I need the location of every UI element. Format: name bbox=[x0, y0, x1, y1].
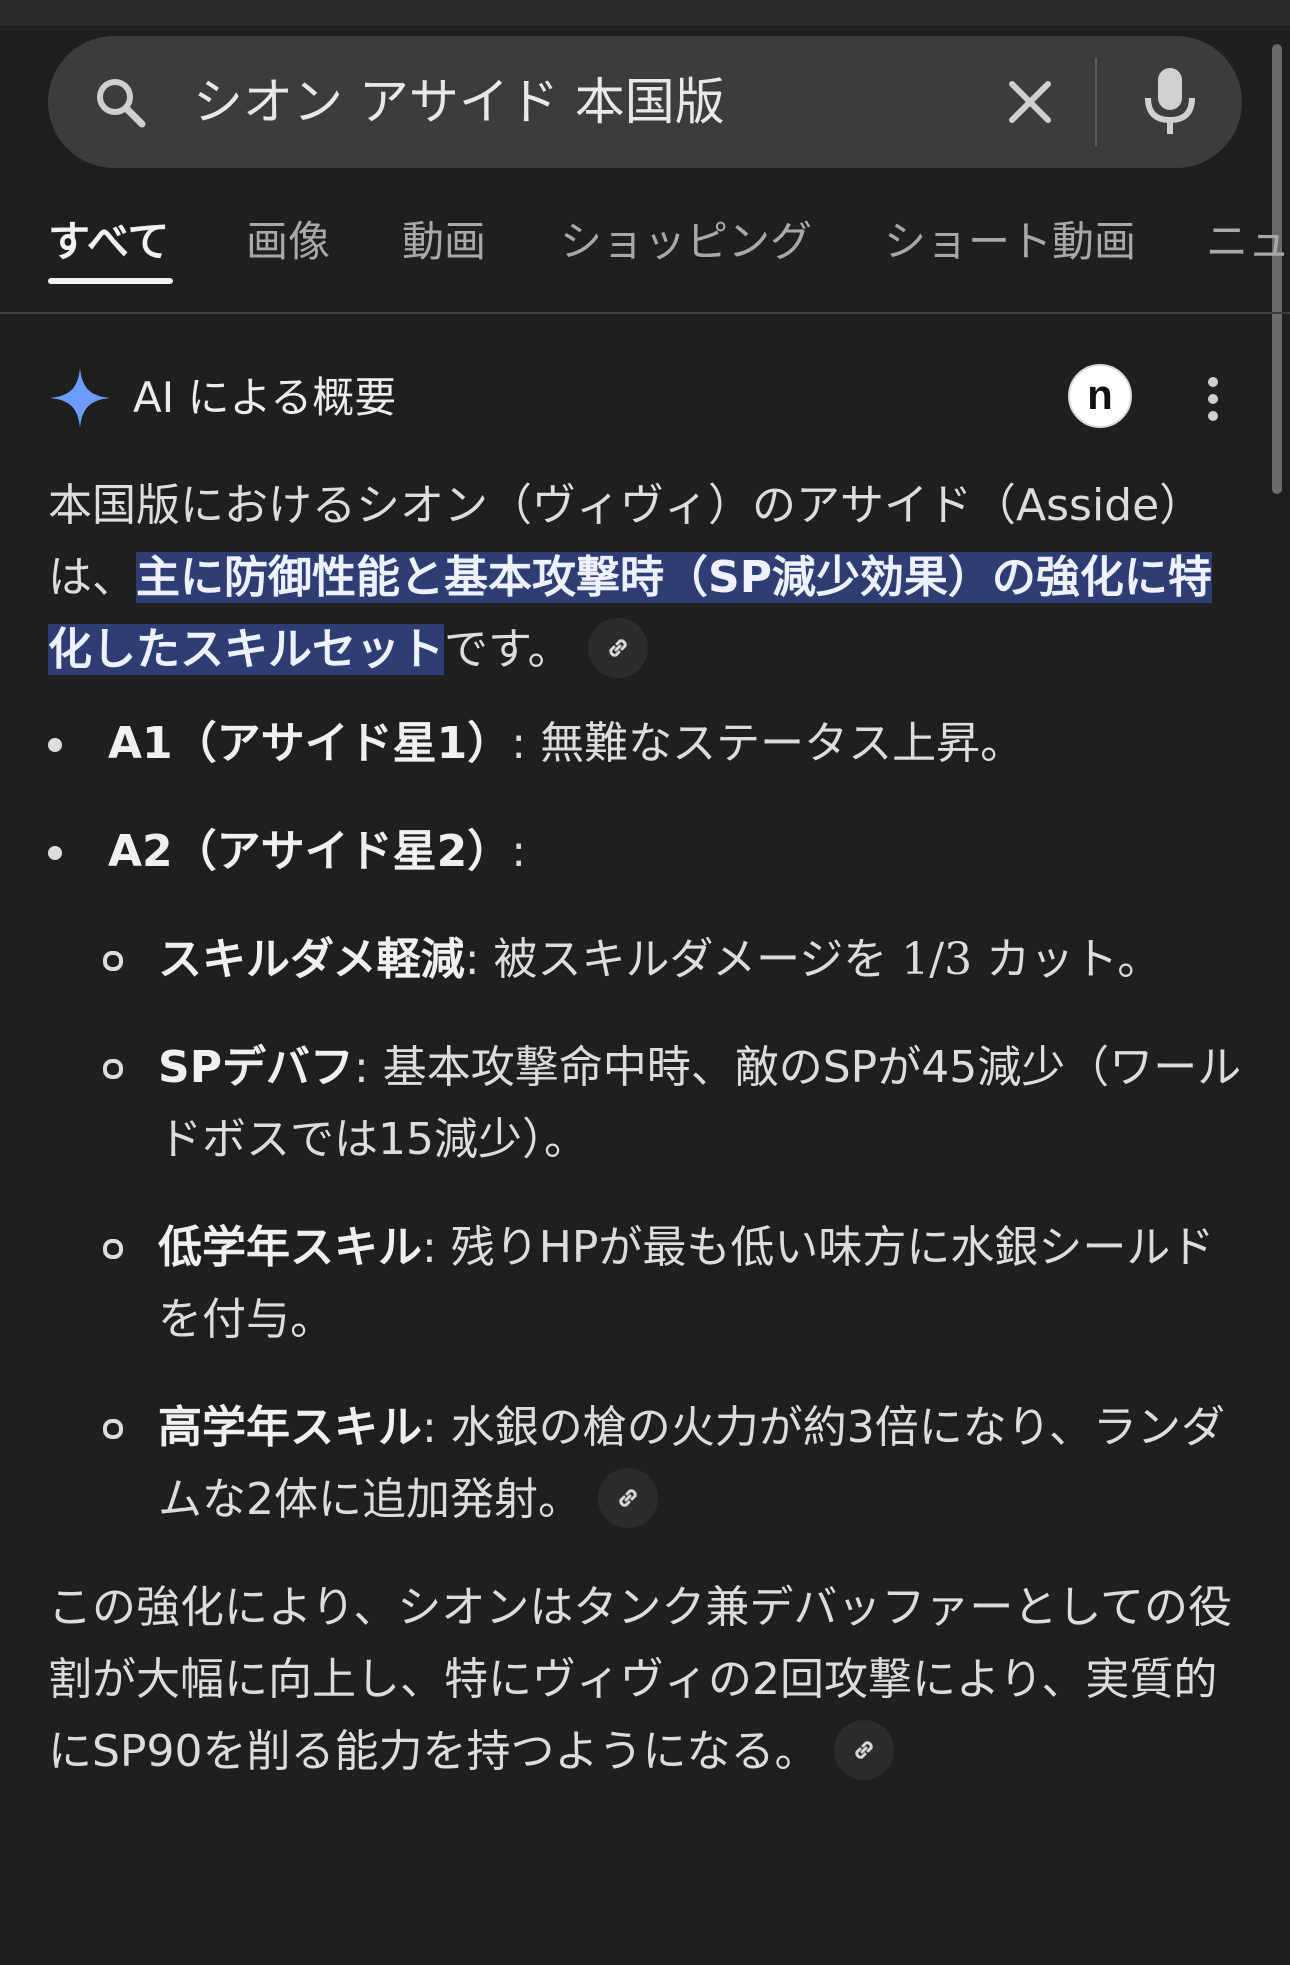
sub-item-text: : 被スキルダメージを bbox=[464, 934, 902, 985]
list-item: 高学年スキル: 水銀の槍の火力が約3倍になり、ランダムな2体に追加発射。 bbox=[103, 1392, 1242, 1536]
link-icon bbox=[855, 1741, 874, 1759]
avatar[interactable]: n bbox=[1068, 364, 1132, 428]
tab-shopping[interactable]: ショッピング bbox=[560, 212, 812, 272]
status-bar bbox=[0, 0, 1290, 26]
intro-paragraph: 本国版におけるシオン（ヴィヴィ）のアサイド（Asside）は、主に防御性能と基本… bbox=[48, 470, 1242, 686]
tab-news[interactable]: ニュ bbox=[1206, 212, 1290, 272]
link-icon bbox=[619, 1489, 637, 1507]
list-item: A1（アサイド星1）: 無難なステータス上昇。 bbox=[48, 708, 1242, 780]
sub-item-label: スキルダメ軽減 bbox=[158, 934, 465, 985]
ai-overview-title: AI による概要 bbox=[133, 373, 397, 422]
sparkle-icon bbox=[50, 368, 110, 428]
skill-list: A1（アサイド星1）: 無難なステータス上昇。 A2（アサイド星2）: スキルダ… bbox=[48, 708, 1242, 1536]
list-item: スキルダメ軽減: 被スキルダメージを 1/3 カット。 bbox=[103, 924, 1242, 996]
intro-end-text: です。 bbox=[444, 624, 572, 675]
a1-text: : 無難なステータス上昇。 bbox=[511, 718, 1025, 769]
conclusion-paragraph: この強化により、シオンはタンク兼デバッファーとしての役割が大幅に向上し、特にヴィ… bbox=[48, 1572, 1242, 1788]
sub-item-text: カット。 bbox=[972, 934, 1162, 985]
ai-overview-content: 本国版におけるシオン（ヴィヴィ）のアサイド（Asside）は、主に防御性能と基本… bbox=[48, 470, 1242, 1788]
tab-all[interactable]: すべて bbox=[48, 212, 169, 272]
link-icon bbox=[608, 639, 627, 657]
tab-images[interactable]: 画像 bbox=[246, 212, 330, 272]
list-item: 低学年スキル: 残りHPが最も低い味方に水銀シールドを付与。 bbox=[103, 1212, 1242, 1356]
source-link-button[interactable] bbox=[834, 1720, 895, 1780]
a2-text: : bbox=[511, 826, 527, 877]
sub-item-label: SPデバフ bbox=[158, 1042, 354, 1093]
list-item: SPデバフ: 基本攻撃命中時、敵のSPが45減少（ワールドボスでは15減少）。 bbox=[103, 1032, 1242, 1176]
search-icon[interactable] bbox=[90, 72, 150, 132]
source-link-button[interactable] bbox=[598, 1468, 658, 1528]
tab-videos[interactable]: 動画 bbox=[402, 212, 486, 272]
source-link-button[interactable] bbox=[587, 618, 648, 678]
active-tab-indicator bbox=[48, 278, 173, 284]
search-divider bbox=[1095, 58, 1097, 146]
a1-label: A1（アサイド星1） bbox=[108, 718, 512, 769]
sub-item-label: 高学年スキル bbox=[158, 1402, 422, 1453]
avatar-letter: n bbox=[1087, 371, 1113, 418]
sub-item-label: 低学年スキル bbox=[158, 1222, 422, 1273]
math-fraction: 1/3 bbox=[901, 934, 973, 985]
mic-icon[interactable] bbox=[1142, 66, 1198, 138]
conclusion-text: この強化により、シオンはタンク兼デバッファーとしての役割が大幅に向上し、特にヴィ… bbox=[48, 1582, 1233, 1777]
search-input[interactable]: シオン アサイド 本国版 bbox=[193, 72, 725, 132]
ai-overview-header: AI による概要 n bbox=[48, 362, 1248, 434]
search-bar[interactable]: シオン アサイド 本国版 bbox=[48, 36, 1242, 168]
list-item: A2（アサイド星2）: スキルダメ軽減: 被スキルダメージを 1/3 カット。 … bbox=[48, 816, 1242, 1536]
close-icon[interactable] bbox=[1000, 72, 1060, 132]
a2-sub-list: スキルダメ軽減: 被スキルダメージを 1/3 カット。 SPデバフ: 基本攻撃命… bbox=[103, 924, 1242, 1536]
tab-short-videos[interactable]: ショート動画 bbox=[884, 212, 1136, 272]
search-tabs: すべて 画像 動画 ショッピング ショート動画 ニュ bbox=[0, 204, 1290, 314]
more-vert-icon[interactable] bbox=[1198, 374, 1228, 424]
a2-label: A2（アサイド星2） bbox=[108, 826, 512, 877]
